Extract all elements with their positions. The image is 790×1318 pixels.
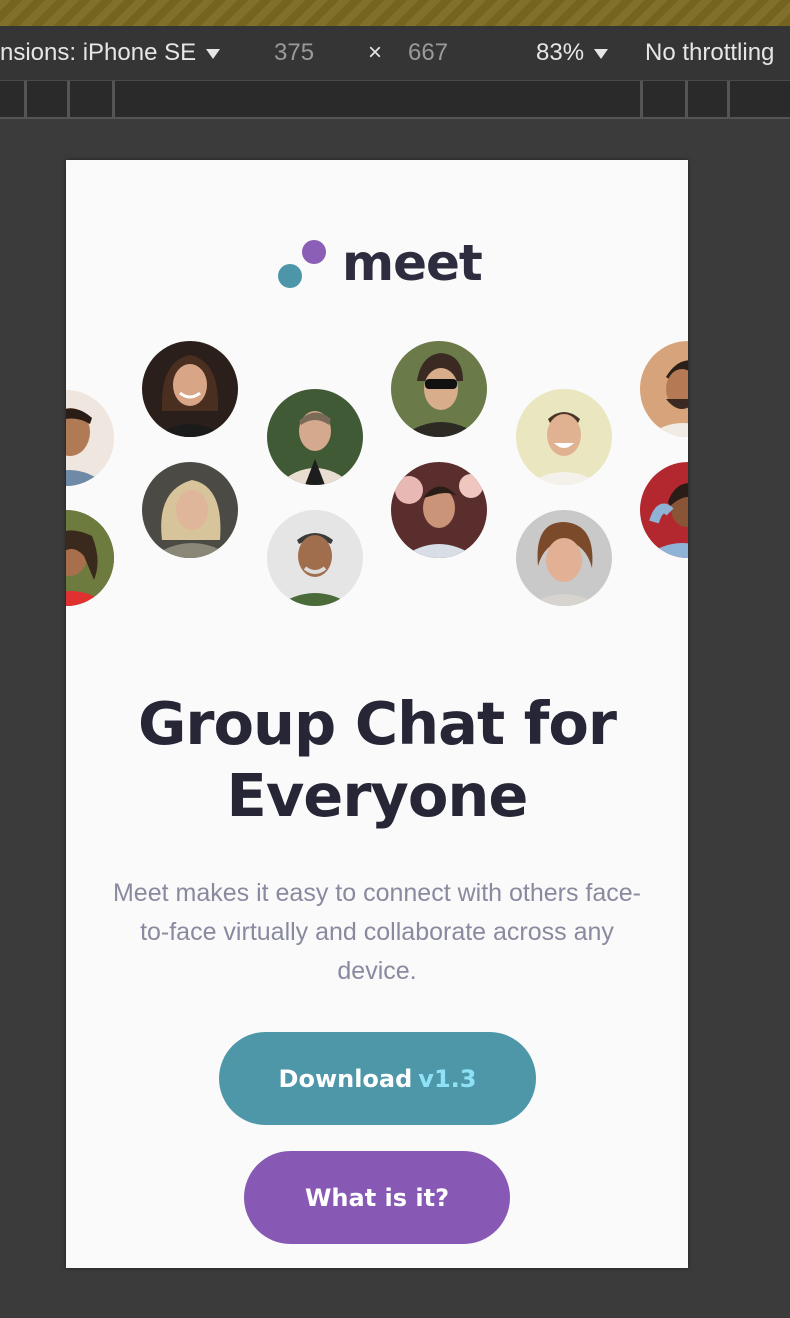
page-headline: Group Chat for Everyone [66,688,688,832]
avatar [66,510,114,606]
download-button-label: Download [278,1064,413,1093]
swap-dimensions-icon[interactable]: × [368,38,382,68]
ruler-divider[interactable] [24,81,27,117]
emulated-page-viewport: meet Group Chat for Everyone Meet makes … [66,160,688,1268]
zoom-selector[interactable]: 83% [536,38,609,68]
logo-wordmark: meet [342,234,483,292]
chevron-down-icon [206,48,221,59]
avatar [66,390,114,486]
page-description: Meet makes it easy to connect with other… [112,879,641,985]
what-is-it-label: What is it? [304,1183,450,1212]
avatar [640,341,688,437]
logo-purple-dot [302,240,326,264]
viewport-height-input[interactable]: 667 [408,38,448,68]
ruler-divider[interactable] [112,81,115,117]
avatar [267,510,363,606]
headline-line-1: Group Chat for [138,689,617,758]
zoom-label: 83% [536,39,585,66]
avatar [391,341,487,437]
device-selector-label: nsions: iPhone SE [0,39,197,66]
avatar [267,389,363,485]
avatar [640,462,688,558]
meet-logo: meet [278,234,483,292]
logo-teal-dot [278,264,302,288]
throttling-selector[interactable]: No throttling [645,38,774,68]
device-selector[interactable]: nsions: iPhone SE [0,38,221,68]
avatar [516,510,612,606]
ruler-divider[interactable] [67,81,70,117]
avatar [516,389,612,485]
what-is-it-button[interactable]: What is it? [244,1151,510,1244]
media-query-ruler [0,81,790,119]
headline-line-2: Everyone [226,761,529,830]
download-version: v1.3 [418,1064,477,1093]
viewport-width-input[interactable]: 375 [274,38,314,68]
avatar [142,462,238,558]
ruler-divider[interactable] [727,81,730,117]
ruler-divider[interactable] [685,81,688,117]
chevron-down-icon [594,48,609,59]
ruler-divider[interactable] [640,81,643,117]
devtools-device-toolbar: nsions: iPhone SE 375 × 667 83% No throt… [0,26,790,81]
avatar [142,341,238,437]
devtools-notification-strip [0,0,790,26]
download-button[interactable]: Download v1.3 [219,1032,536,1125]
avatar [391,462,487,558]
